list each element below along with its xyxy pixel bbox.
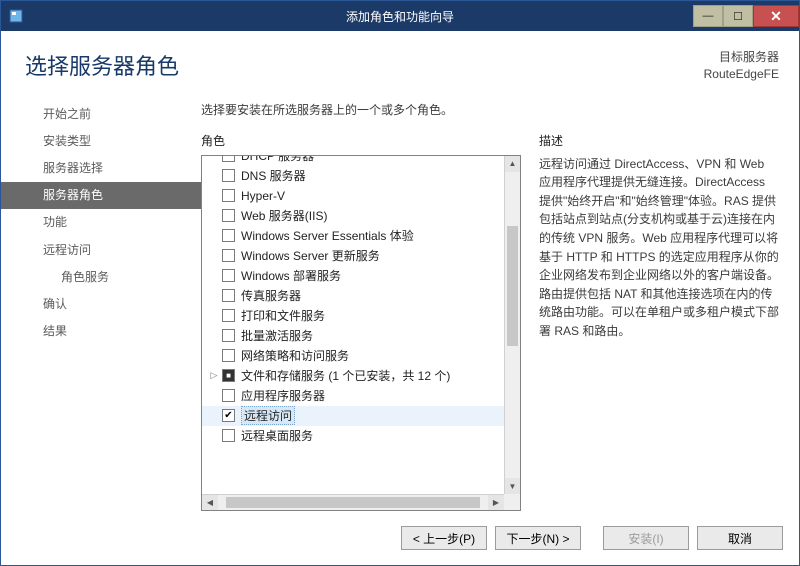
role-item[interactable]: 批量激活服务 — [202, 326, 504, 346]
wizard-body: 开始之前安装类型服务器选择服务器角色功能远程访问角色服务确认结果 选择要安装在所… — [1, 91, 799, 511]
role-item[interactable]: 应用程序服务器 — [202, 386, 504, 406]
role-item[interactable]: 网络策略和访问服务 — [202, 346, 504, 366]
previous-button[interactable]: < 上一步(P) — [401, 526, 487, 550]
role-item[interactable]: DNS 服务器 — [202, 166, 504, 186]
nav-step[interactable]: 安装类型 — [1, 128, 201, 155]
minimize-button[interactable]: — — [693, 5, 723, 27]
horizontal-scroll-thumb[interactable] — [226, 497, 480, 508]
vertical-scrollbar[interactable]: ▲ ▼ — [504, 156, 520, 494]
nav-step[interactable]: 远程访问 — [1, 237, 201, 264]
role-label: DHCP 服务器 — [241, 156, 314, 165]
scroll-left-button[interactable]: ◀ — [202, 495, 218, 510]
scroll-up-button[interactable]: ▲ — [505, 156, 520, 172]
expand-icon[interactable]: ▷ — [208, 370, 220, 381]
roles-listbox[interactable]: DHCP 服务器 DNS 服务器 Hyper-V Web 服务器(IIS) Window… — [201, 155, 521, 511]
role-item[interactable]: 远程访问 — [202, 406, 504, 426]
role-checkbox[interactable] — [222, 429, 235, 442]
nav-step[interactable]: 功能 — [1, 209, 201, 236]
title-bar: 添加角色和功能向导 — ☐ ✕ — [1, 1, 799, 31]
horizontal-scrollbar[interactable]: ◀ ▶ — [202, 494, 504, 510]
roles-heading: 角色 — [201, 132, 521, 149]
role-item[interactable]: 远程桌面服务 — [202, 426, 504, 446]
maximize-button[interactable]: ☐ — [723, 5, 753, 27]
role-label: Windows Server 更新服务 — [241, 247, 380, 264]
role-checkbox[interactable] — [222, 189, 235, 202]
role-checkbox[interactable] — [222, 249, 235, 262]
role-item[interactable]: ▷ 文件和存储服务 (1 个已安装，共 12 个) — [202, 366, 504, 386]
window-title: 添加角色和功能向导 — [1, 8, 799, 25]
role-checkbox[interactable] — [222, 409, 235, 422]
role-label: 传真服务器 — [241, 287, 301, 304]
target-server-label: 目标服务器 — [704, 49, 779, 66]
role-checkbox[interactable] — [222, 389, 235, 402]
description-heading: 描述 — [539, 132, 779, 149]
page-title: 选择服务器角色 — [25, 49, 179, 83]
role-item[interactable]: 打印和文件服务 — [202, 306, 504, 326]
role-label: 远程桌面服务 — [241, 427, 313, 444]
main-panel: 选择要安装在所选服务器上的一个或多个角色。 角色 DHCP 服务器 DNS 服务器… — [201, 91, 793, 511]
role-checkbox[interactable] — [222, 309, 235, 322]
role-label: 打印和文件服务 — [241, 307, 325, 324]
target-server-name: RouteEdgeFE — [704, 66, 779, 83]
role-label: DNS 服务器 — [241, 167, 306, 184]
role-item[interactable]: Hyper-V — [202, 186, 504, 206]
role-label: Hyper-V — [241, 189, 285, 203]
instruction-text: 选择要安装在所选服务器上的一个或多个角色。 — [201, 101, 785, 118]
role-item[interactable]: Windows 部署服务 — [202, 266, 504, 286]
close-button[interactable]: ✕ — [753, 5, 799, 27]
scroll-corner — [504, 494, 520, 510]
role-label: Web 服务器(IIS) — [241, 207, 327, 224]
role-checkbox[interactable] — [222, 349, 235, 362]
role-item[interactable]: 传真服务器 — [202, 286, 504, 306]
role-label: 应用程序服务器 — [241, 387, 325, 404]
role-checkbox[interactable] — [222, 269, 235, 282]
role-label: Windows 部署服务 — [241, 267, 341, 284]
nav-step[interactable]: 服务器角色 — [1, 182, 201, 209]
role-label: 网络策略和访问服务 — [241, 347, 349, 364]
content-columns: 角色 DHCP 服务器 DNS 服务器 Hyper-V Web 服务器(IIS) Win… — [201, 132, 785, 511]
role-checkbox[interactable] — [222, 289, 235, 302]
app-icon — [1, 1, 31, 31]
role-label: 批量激活服务 — [241, 327, 313, 344]
role-checkbox[interactable] — [222, 169, 235, 182]
scroll-down-button[interactable]: ▼ — [505, 478, 520, 494]
nav-step[interactable]: 开始之前 — [1, 101, 201, 128]
role-item[interactable]: DHCP 服务器 — [202, 156, 504, 166]
next-button[interactable]: 下一步(N) > — [495, 526, 581, 550]
nav-step[interactable]: 确认 — [1, 291, 201, 318]
window-controls: — ☐ ✕ — [693, 5, 799, 27]
description-text: 远程访问通过 DirectAccess、VPN 和 Web 应用程序代理提供无缝… — [539, 155, 779, 341]
role-checkbox[interactable] — [222, 369, 235, 382]
role-label: 文件和存储服务 (1 个已安装，共 12 个) — [241, 367, 450, 384]
role-item[interactable]: Web 服务器(IIS) — [202, 206, 504, 226]
nav-step[interactable]: 结果 — [1, 318, 201, 345]
role-checkbox[interactable] — [222, 329, 235, 342]
roles-column: 角色 DHCP 服务器 DNS 服务器 Hyper-V Web 服务器(IIS) Win… — [201, 132, 521, 511]
page-header: 选择服务器角色 目标服务器 RouteEdgeFE — [1, 31, 799, 91]
wizard-footer: < 上一步(P) 下一步(N) > 安装(I) 取消 — [1, 511, 799, 565]
target-server-info: 目标服务器 RouteEdgeFE — [704, 49, 779, 83]
nav-step[interactable]: 角色服务 — [1, 264, 201, 291]
role-label: 远程访问 — [241, 406, 295, 425]
role-item[interactable]: Windows Server Essentials 体验 — [202, 226, 504, 246]
scroll-right-button[interactable]: ▶ — [488, 495, 504, 510]
role-checkbox[interactable] — [222, 209, 235, 222]
description-column: 描述 远程访问通过 DirectAccess、VPN 和 Web 应用程序代理提… — [521, 132, 785, 511]
role-label: Windows Server Essentials 体验 — [241, 227, 414, 244]
install-button: 安装(I) — [603, 526, 689, 550]
vertical-scroll-thumb[interactable] — [507, 226, 518, 346]
nav-step[interactable]: 服务器选择 — [1, 155, 201, 182]
cancel-button[interactable]: 取消 — [697, 526, 783, 550]
wizard-window: 添加角色和功能向导 — ☐ ✕ 选择服务器角色 目标服务器 RouteEdgeF… — [0, 0, 800, 566]
role-checkbox[interactable] — [222, 156, 235, 163]
role-item[interactable]: Windows Server 更新服务 — [202, 246, 504, 266]
nav-sidebar: 开始之前安装类型服务器选择服务器角色功能远程访问角色服务确认结果 — [1, 91, 201, 511]
role-checkbox[interactable] — [222, 229, 235, 242]
